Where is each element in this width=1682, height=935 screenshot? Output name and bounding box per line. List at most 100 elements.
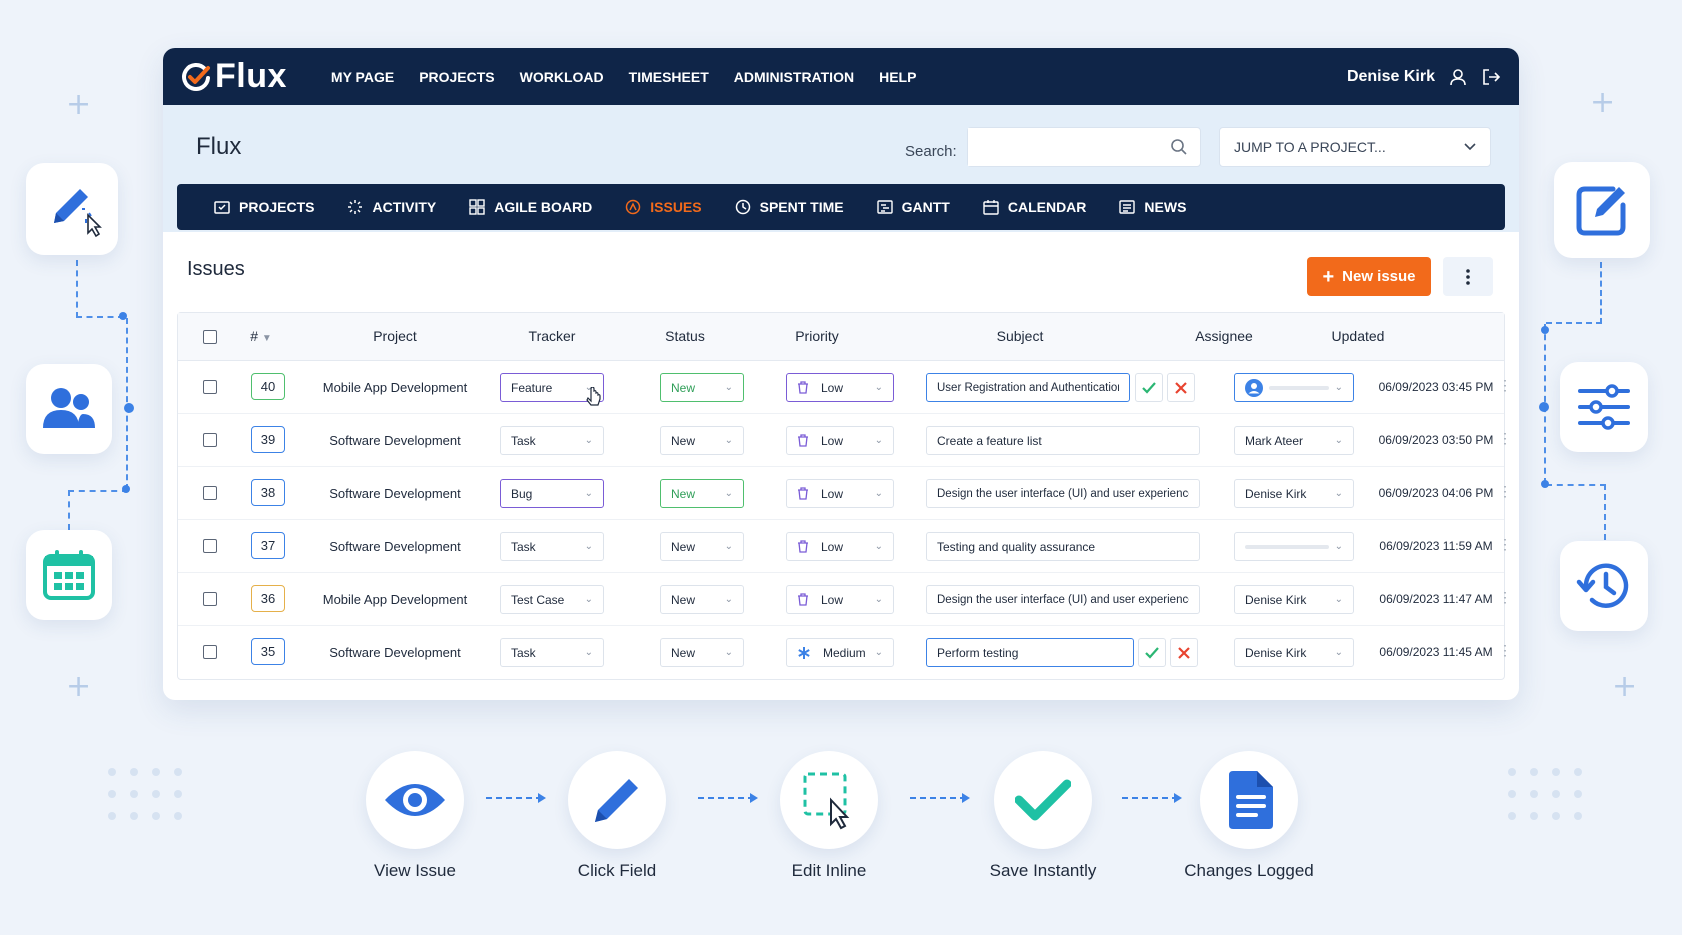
close-icon [1178,646,1190,659]
column-header-tracker[interactable]: Tracker [529,328,576,344]
column-header-updated[interactable]: Updated [1332,328,1385,344]
status-select[interactable]: New ⌄ [660,426,744,455]
column-header-status[interactable]: Status [665,328,705,344]
issue-id[interactable]: 37 [251,532,285,559]
issue-id[interactable]: 36 [251,585,285,612]
row-menu-icon[interactable]: ⋮ [1498,430,1512,447]
table-row[interactable]: 39 Software Development Task ⌄ New ⌄ Low ⌄ … [178,414,1512,467]
chevron-down-icon: ⌄ [1334,647,1343,658]
table-row[interactable]: 40 Mobile App Development Feature ⌄ New ⌄ … [178,361,1512,414]
row-menu-icon[interactable]: ⋮ [1498,589,1512,606]
row-menu-icon[interactable]: ⋮ [1498,483,1512,500]
row-checkbox[interactable] [203,433,217,447]
user-icon[interactable] [1449,68,1467,86]
status-select[interactable]: New ⌄ [660,532,744,561]
workflow-step-logged [1200,751,1298,849]
tab-news[interactable]: NEWS [1119,199,1186,215]
column-header-priority[interactable]: Priority [795,328,839,344]
priority-select[interactable]: Low ⌄ [786,426,894,455]
more-options-button[interactable] [1443,257,1493,296]
tab-projects[interactable]: PROJECTS [214,199,314,215]
workflow-step-save [994,751,1092,849]
row-checkbox[interactable] [203,539,217,553]
row-menu-icon[interactable]: ⋮ [1498,642,1512,659]
assignee-select[interactable]: Denise Kirk ⌄ [1234,585,1354,614]
subject-field[interactable]: Testing and quality assurance [926,532,1200,561]
nav-my-page[interactable]: MY PAGE [331,69,394,85]
cancel-button[interactable] [1170,638,1198,667]
status-select[interactable]: New ⌄ [660,585,744,614]
table-row[interactable]: 37 Software Development Task ⌄ New ⌄ Low ⌄ … [178,520,1512,573]
tab-spent-time[interactable]: SPENT TIME [735,199,844,215]
subject-field[interactable]: Design the user interface (UI) and user … [926,479,1200,508]
assignee-select[interactable]: Denise Kirk ⌄ [1234,479,1354,508]
nav-help[interactable]: HELP [879,69,916,85]
subject-field[interactable]: Design the user interface (UI) and user … [926,585,1200,614]
status-value: New [671,433,696,448]
tab-gantt[interactable]: GANTT [876,199,950,215]
assignee-select[interactable]: Mark Ateer ⌄ [1234,426,1354,455]
subject-field-editing[interactable]: Perform testing [926,638,1134,667]
jump-to-project-select[interactable]: JUMP TO A PROJECT... [1219,127,1491,167]
new-issue-button[interactable]: + New issue [1307,257,1431,296]
priority-select[interactable]: Low ⌄ [786,585,894,614]
issue-id[interactable]: 40 [251,373,285,400]
row-checkbox[interactable] [203,486,217,500]
tracker-select[interactable]: Test Case ⌄ [500,585,604,614]
tracker-select[interactable]: Bug ⌄ [500,479,604,508]
search-input[interactable] [968,128,1158,166]
row-checkbox[interactable] [203,645,217,659]
tracker-select[interactable]: Task ⌄ [500,532,604,561]
tab-label: ISSUES [650,199,702,215]
tab-activity[interactable]: ACTIVITY [347,199,436,215]
tracker-select[interactable]: Task ⌄ [500,638,604,667]
priority-select[interactable]: Medium ⌄ [786,638,894,667]
nav-projects[interactable]: PROJECTS [419,69,494,85]
priority-select[interactable]: Low ⌄ [786,479,894,508]
users-icon [43,388,95,428]
row-menu-icon[interactable]: ⋮ [1498,377,1512,394]
search-icon[interactable] [1170,138,1188,156]
tracker-value: Task [511,539,536,554]
save-button[interactable] [1138,638,1166,667]
table-row[interactable]: 38 Software Development Bug ⌄ New ⌄ Low ⌄ D… [178,467,1512,520]
priority-select[interactable]: Low ⌄ [786,532,894,561]
logout-icon[interactable] [1481,68,1501,86]
row-checkbox[interactable] [203,380,217,394]
issue-id[interactable]: 39 [251,426,285,453]
logo[interactable]: Flux [181,57,287,96]
tab-agile-board[interactable]: AGILE BOARD [469,199,592,215]
tab-calendar[interactable]: CALENDAR [983,199,1086,215]
tracker-select[interactable]: Task ⌄ [500,426,604,455]
assignee-select[interactable]: ⌄ [1234,532,1354,561]
chevron-down-icon: ⌄ [584,647,593,658]
subject-field[interactable]: Create a feature list [926,426,1200,455]
issue-id[interactable]: 38 [251,479,285,506]
status-select[interactable]: New ⌄ [660,373,744,402]
row-menu-icon[interactable]: ⋮ [1498,536,1512,553]
cancel-button[interactable] [1167,373,1195,402]
nav-administration[interactable]: ADMINISTRATION [734,69,854,85]
select-all-checkbox[interactable] [203,330,217,344]
table-row[interactable]: 36 Mobile App Development Test Case ⌄ New… [178,573,1512,626]
assignee-select[interactable]: ⌄ [1234,373,1354,402]
chevron-down-icon: ⌄ [584,541,593,552]
table-row[interactable]: 35 Software Development Task ⌄ New ⌄ Mediu… [178,626,1512,679]
status-select[interactable]: New ⌄ [660,638,744,667]
save-button[interactable] [1135,373,1163,402]
column-header-project[interactable]: Project [373,328,417,344]
row-checkbox[interactable] [203,592,217,606]
issue-id[interactable]: 35 [251,638,285,665]
assignee-select[interactable]: Denise Kirk ⌄ [1234,638,1354,667]
nav-timesheet[interactable]: TIMESHEET [629,69,709,85]
nav-workload[interactable]: WORKLOAD [520,69,604,85]
user-name[interactable]: Denise Kirk [1347,68,1435,86]
trash-priority-icon [798,593,808,606]
priority-select[interactable]: Low ⌄ [786,373,894,402]
column-header-subject[interactable]: Subject [997,328,1044,344]
status-select[interactable]: New ⌄ [660,479,744,508]
column-header-assignee[interactable]: Assignee [1195,328,1253,344]
tab-issues[interactable]: ISSUES [625,199,702,215]
column-header-id[interactable]: # ▼ [250,328,272,344]
subject-field-editing[interactable]: User Registration and Authentication [926,373,1130,402]
